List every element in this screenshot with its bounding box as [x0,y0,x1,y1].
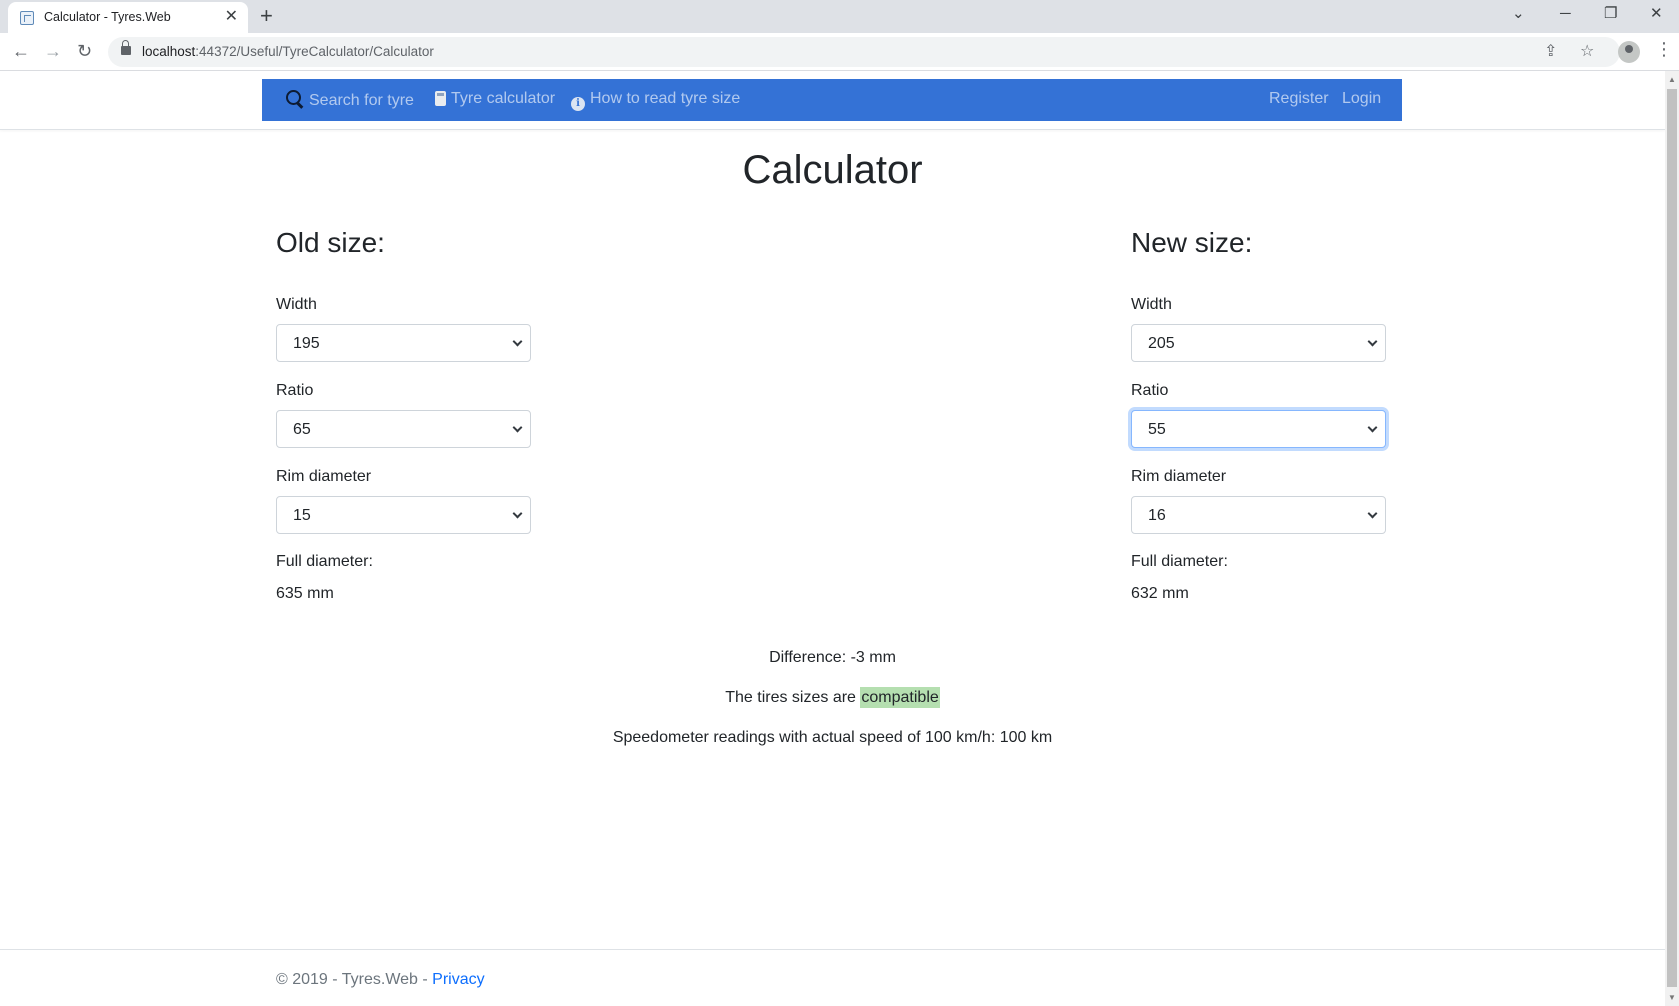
scrollbar-thumb[interactable] [1667,89,1677,987]
browser-tab-strip: Calculator - Tyres.Web ✕ + ⌄ ─ ❐ ✕ [0,0,1679,33]
lock-icon[interactable] [121,40,131,55]
copyright-text: © 2019 - Tyres.Web - [276,971,433,988]
tab-search-chevron-icon[interactable]: ⌄ [1512,4,1525,24]
forward-arrow-icon[interactable]: → [44,41,62,61]
nav-how-to-read-tyre-size[interactable]: i How to read tyre size [571,90,740,111]
old-full-diameter-value: 635 mm [276,585,334,602]
calculator-icon [435,91,446,106]
minimize-icon[interactable]: ─ [1560,4,1571,24]
chevron-down-icon [1367,422,1378,433]
site-header: Search for tyre Tyre calculator i How to … [0,71,1665,130]
old-full-diameter-label: Full diameter: [276,553,373,570]
page-viewport: Search for tyre Tyre calculator i How to … [0,71,1665,1006]
chevron-down-icon [512,422,523,433]
bookmark-star-icon[interactable]: ☆ [1580,41,1594,61]
old-rim-select[interactable]: 15 [276,496,531,534]
compatibility-badge: compatible [860,687,940,708]
site-footer: © 2019 - Tyres.Web - Privacy [0,949,1665,1006]
close-tab-icon[interactable]: ✕ [225,8,238,26]
new-tab-icon[interactable]: + [260,4,273,28]
old-width-label: Width [276,296,317,313]
close-window-icon[interactable]: ✕ [1650,4,1663,24]
new-rim-label: Rim diameter [1131,468,1227,485]
new-ratio-label: Ratio [1131,382,1169,399]
old-size-heading: Old size: [276,227,385,258]
chevron-down-icon [1367,508,1378,519]
browser-tab[interactable]: Calculator - Tyres.Web ✕ [8,2,248,33]
new-rim-select[interactable]: 16 [1131,496,1386,534]
reload-icon[interactable]: ↻ [77,41,92,61]
old-width-select[interactable]: 195 [276,324,531,362]
difference-text: Difference: -3 mm [769,649,896,666]
new-ratio-select[interactable]: 55 [1131,410,1386,448]
nav-login[interactable]: Login [1342,90,1381,108]
share-icon[interactable]: ⇪ [1544,41,1557,61]
profile-avatar-icon[interactable] [1618,41,1640,63]
new-width-select[interactable]: 205 [1131,324,1386,362]
new-size-heading: New size: [1131,227,1253,258]
new-width-label: Width [1131,296,1172,313]
page-scrollbar[interactable]: ▲ ▼ [1665,71,1679,1006]
old-rim-label: Rim diameter [276,468,372,485]
tab-title: Calculator - Tyres.Web [44,10,171,24]
nav-register[interactable]: Register [1269,90,1329,108]
address-toolbar: ← → ↻ localhost:44372/Useful/TyreCalcula… [0,33,1679,71]
browser-menu-icon[interactable]: ⋮ [1655,39,1673,59]
page-title: Calculator [742,148,923,192]
new-full-diameter-label: Full diameter: [1131,553,1228,570]
old-ratio-label: Ratio [276,382,314,399]
nav-search-for-tyre[interactable]: Search for tyre [286,90,414,110]
scroll-down-icon[interactable]: ▼ [1668,993,1676,1002]
url-bar[interactable]: localhost:44372/Useful/TyreCalculator/Ca… [108,37,1620,67]
search-icon [286,90,304,108]
new-full-diameter-value: 632 mm [1131,585,1189,602]
compatibility-text: The tires sizes are compatible [725,687,940,708]
footer-text: © 2019 - Tyres.Web - Privacy [276,971,485,989]
url-text[interactable]: localhost:44372/Useful/TyreCalculator/Ca… [142,44,434,59]
nav-tyre-calculator[interactable]: Tyre calculator [435,90,555,108]
main-navbar: Search for tyre Tyre calculator i How to … [262,79,1402,121]
old-ratio-select[interactable]: 65 [276,410,531,448]
speedometer-text: Speedometer readings with actual speed o… [612,729,1053,746]
back-arrow-icon[interactable]: ← [12,41,30,61]
restore-icon[interactable]: ❐ [1604,4,1617,24]
chevron-down-icon [512,336,523,347]
page-favicon-icon [20,11,34,25]
scroll-up-icon[interactable]: ▲ [1668,75,1676,84]
privacy-link[interactable]: Privacy [432,971,484,988]
info-icon: i [571,97,585,111]
chevron-down-icon [1367,336,1378,347]
chevron-down-icon [512,508,523,519]
